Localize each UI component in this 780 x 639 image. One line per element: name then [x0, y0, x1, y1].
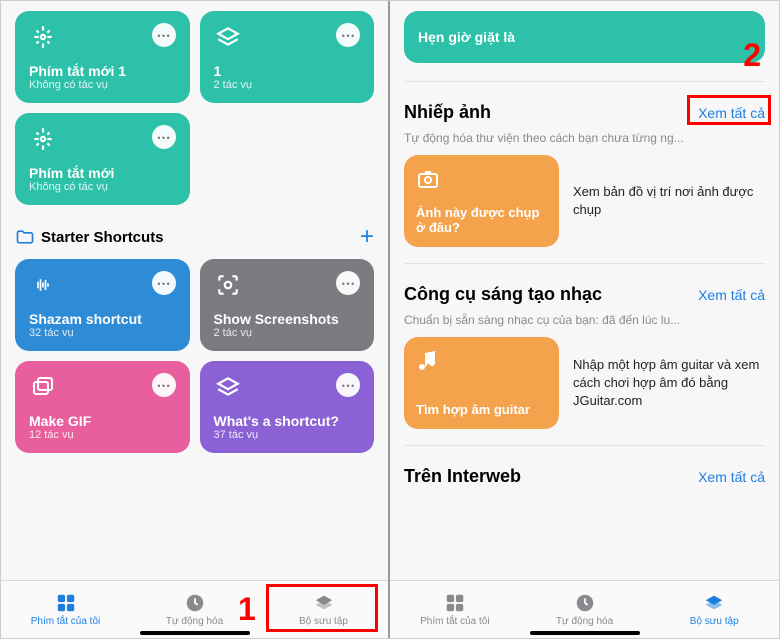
music-note-icon: [416, 349, 440, 373]
tab-gallery[interactable]: Bộ sưu tập: [649, 581, 779, 638]
home-indicator: [530, 631, 640, 635]
section-subtitle: Tự động hóa thư viện theo cách bạn chưa …: [404, 131, 765, 145]
tile-description: Xem bản đồ vị trí nơi ảnh được chụp: [573, 183, 765, 219]
shortcut-tile[interactable]: ⋯ 1 2 tác vụ: [200, 11, 375, 103]
stack-icon: [214, 373, 242, 401]
clock-icon: [184, 592, 206, 614]
annotation-box: [266, 584, 378, 632]
sparkle-icon: [29, 125, 57, 153]
tile-subtitle: 12 tác vụ: [29, 429, 176, 441]
sparkle-icon: [29, 23, 57, 51]
shortcut-tile-screenshots[interactable]: ⋯ Show Screenshots 2 tác vụ: [200, 259, 375, 351]
see-all-link[interactable]: Xem tất cả: [698, 469, 765, 485]
grid-icon: [55, 592, 77, 614]
tab-label: Phím tắt của tôi: [31, 616, 100, 627]
shortcut-tile-whatis[interactable]: ⋯ What's a shortcut? 37 tác vụ: [200, 361, 375, 453]
shortcut-tile[interactable]: ⋯ Phím tắt mới Không có tác vụ: [15, 113, 190, 205]
section-title: Công cụ sáng tạo nhạc: [404, 284, 602, 305]
section-title: Trên Interweb: [404, 466, 521, 487]
tab-label: Tự động hóa: [556, 616, 613, 627]
tile-title: Phím tắt mới: [29, 165, 176, 181]
tile-title: What's a shortcut?: [214, 413, 361, 429]
shortcut-tile-timer[interactable]: Hẹn giờ giặt là: [404, 11, 765, 63]
tile-subtitle: 32 tác vụ: [29, 327, 176, 339]
annotation-number: 1: [238, 591, 256, 628]
tile-subtitle: Không có tác vụ: [29, 79, 176, 91]
stack-icon: [214, 23, 242, 51]
section-title: Nhiếp ảnh: [404, 102, 491, 123]
shortcut-tile-wherephoto[interactable]: Ảnh này được chụp ở đâu?: [404, 155, 559, 247]
tab-label: Bộ sưu tập: [690, 616, 739, 627]
annotation-number: 2: [743, 37, 761, 74]
tile-subtitle: 2 tác vụ: [214, 327, 361, 339]
stack-icon: [703, 592, 725, 614]
tab-my-shortcuts[interactable]: Phím tắt của tôi: [390, 581, 520, 638]
tile-title: Ảnh này được chụp ở đâu?: [416, 205, 547, 235]
shortcut-tile-shazam[interactable]: ⋯ Shazam shortcut 32 tác vụ: [15, 259, 190, 351]
more-icon[interactable]: ⋯: [336, 271, 360, 295]
tab-my-shortcuts[interactable]: Phím tắt của tôi: [1, 581, 130, 638]
tile-title: Tìm hợp âm guitar: [416, 402, 547, 417]
more-icon[interactable]: ⋯: [336, 23, 360, 47]
tile-title: Phím tắt mới 1: [29, 63, 176, 79]
tile-title: 1: [214, 63, 361, 79]
add-button[interactable]: +: [360, 223, 374, 251]
shortcut-tile-guitar[interactable]: Tìm hợp âm guitar: [404, 337, 559, 429]
see-all-link[interactable]: Xem tất cả: [698, 287, 765, 303]
shortcut-tile[interactable]: ⋯ Phím tắt mới 1 Không có tác vụ: [15, 11, 190, 103]
tile-title: Shazam shortcut: [29, 311, 176, 327]
more-icon[interactable]: ⋯: [152, 271, 176, 295]
photos-icon: [29, 373, 57, 401]
tile-subtitle: 2 tác vụ: [214, 79, 361, 91]
clock-icon: [574, 592, 596, 614]
section-header: Starter Shortcuts +: [15, 215, 374, 259]
more-icon[interactable]: ⋯: [336, 373, 360, 397]
screen-gallery: Hẹn giờ giặt là Nhiếp ảnh Xem tất cả Tự …: [390, 1, 779, 638]
tab-bar: Phím tắt của tôi Tự động hóa Bộ sưu tập: [390, 580, 779, 638]
screen-my-shortcuts: ⋯ Phím tắt mới 1 Không có tác vụ ⋯ 1 2 t…: [1, 1, 390, 638]
waveform-icon: [29, 271, 57, 299]
grid-icon: [444, 592, 466, 614]
tile-subtitle: 37 tác vụ: [214, 429, 361, 441]
tile-title: Make GIF: [29, 413, 176, 429]
section-title: Starter Shortcuts: [41, 229, 164, 246]
tile-title: Show Screenshots: [214, 311, 361, 327]
tab-automation[interactable]: Tự động hóa: [520, 581, 650, 638]
more-icon[interactable]: ⋯: [152, 373, 176, 397]
content-area: ⋯ Phím tắt mới 1 Không có tác vụ ⋯ 1 2 t…: [1, 1, 388, 580]
shortcut-tile-makegif[interactable]: ⋯ Make GIF 12 tác vụ: [15, 361, 190, 453]
tab-label: Tự động hóa: [166, 616, 223, 627]
tile-title: Hẹn giờ giặt là: [418, 29, 515, 45]
tab-label: Phím tắt của tôi: [420, 616, 489, 627]
more-icon[interactable]: ⋯: [152, 125, 176, 149]
tile-subtitle: Không có tác vụ: [29, 181, 176, 193]
home-indicator: [140, 631, 250, 635]
tile-description: Nhập một hợp âm guitar và xem cách chơi …: [573, 356, 765, 411]
camera-scan-icon: [214, 271, 242, 299]
more-icon[interactable]: ⋯: [152, 23, 176, 47]
camera-icon: [416, 167, 440, 191]
content-area: Hẹn giờ giặt là Nhiếp ảnh Xem tất cả Tự …: [390, 1, 779, 580]
section-subtitle: Chuẩn bị sẵn sàng nhạc cụ của bạn: đã đế…: [404, 313, 765, 327]
annotation-box: [687, 95, 771, 125]
folder-icon: [15, 227, 35, 247]
